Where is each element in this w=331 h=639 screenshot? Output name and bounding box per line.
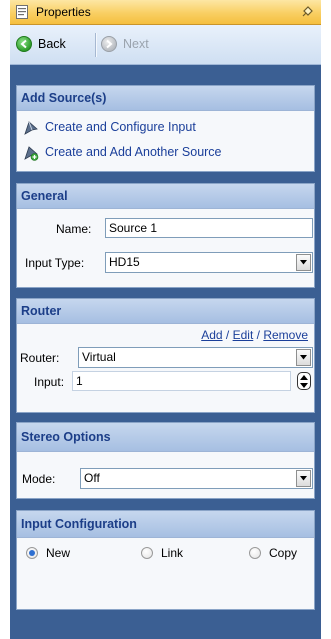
input-type-dropdown[interactable]: HD15: [105, 252, 313, 273]
stereo-options-panel: Stereo Options Mode: Off: [16, 422, 315, 499]
next-arrow-icon: [101, 36, 117, 52]
mode-value: Off: [84, 471, 100, 485]
general-header: General: [17, 184, 314, 209]
add-sources-header: Add Source(s): [17, 86, 314, 111]
router-value: Virtual: [82, 350, 116, 364]
mode-label: Mode:: [22, 472, 56, 486]
radio-link-label: Link: [161, 546, 184, 560]
input-number-field[interactable]: 1: [72, 371, 291, 391]
chevron-down-icon[interactable]: [296, 254, 311, 271]
name-input[interactable]: Source 1: [105, 218, 313, 238]
input-type-value: HD15: [109, 255, 140, 269]
add-router-link[interactable]: Add: [201, 328, 222, 342]
next-label: Next: [123, 37, 149, 51]
chevron-down-icon[interactable]: [296, 470, 311, 487]
toolbar-separator: [95, 33, 97, 57]
radio-copy-indicator: [249, 547, 261, 559]
window-title: Properties: [36, 5, 91, 19]
next-button[interactable]: Next: [101, 34, 165, 56]
back-button[interactable]: Back: [16, 34, 92, 56]
back-arrow-icon: [16, 36, 32, 52]
radio-new-label: New: [46, 546, 71, 560]
input-configuration-panel: Input Configuration New Link Copy: [16, 510, 315, 610]
properties-window: Properties Back Next Add Source(s) Creat…: [10, 0, 321, 639]
back-label: Back: [38, 37, 66, 51]
link-separator: /: [225, 328, 230, 342]
title-bar: Properties: [10, 0, 321, 25]
router-panel: Router Add / Edit / Remove Router: Virtu…: [16, 298, 315, 413]
radio-link-indicator: [141, 547, 153, 559]
input-label: Input:: [34, 375, 65, 389]
chevron-down-icon[interactable]: [296, 349, 311, 366]
create-configure-input-label: Create and Configure Input: [45, 120, 196, 134]
name-label: Name:: [56, 222, 92, 236]
radio-new-indicator: [26, 547, 38, 559]
pin-icon[interactable]: [299, 4, 315, 20]
properties-icon: [16, 5, 28, 19]
input-number-value: 1: [76, 374, 83, 388]
create-add-another-source-label: Create and Add Another Source: [45, 145, 222, 159]
navigation-toolbar: Back Next: [10, 25, 321, 65]
input-spinner[interactable]: [297, 372, 311, 390]
link-separator: /: [256, 328, 260, 342]
input-type-label: Input Type:: [25, 256, 85, 270]
router-actions: Add / Edit / Remove: [201, 328, 308, 342]
radio-copy-label: Copy: [269, 546, 298, 560]
add-sources-panel: Add Source(s) Create and Configure Input: [16, 85, 315, 172]
name-value: Source 1: [109, 221, 158, 235]
mode-dropdown[interactable]: Off: [80, 468, 313, 489]
router-label: Router:: [20, 351, 60, 365]
stereo-options-header: Stereo Options: [17, 423, 314, 452]
add-source-icon: [23, 145, 39, 161]
remove-router-link[interactable]: Remove: [263, 328, 308, 342]
edit-router-link[interactable]: Edit: [233, 328, 254, 342]
spin-down-icon[interactable]: [300, 383, 308, 388]
spin-up-icon[interactable]: [300, 375, 308, 380]
create-input-icon: [23, 120, 39, 136]
general-panel: General Name: Source 1 Input Type: HD15: [16, 183, 315, 288]
router-header: Router: [17, 299, 314, 324]
router-dropdown[interactable]: Virtual: [78, 347, 313, 368]
input-configuration-header: Input Configuration: [17, 511, 314, 538]
